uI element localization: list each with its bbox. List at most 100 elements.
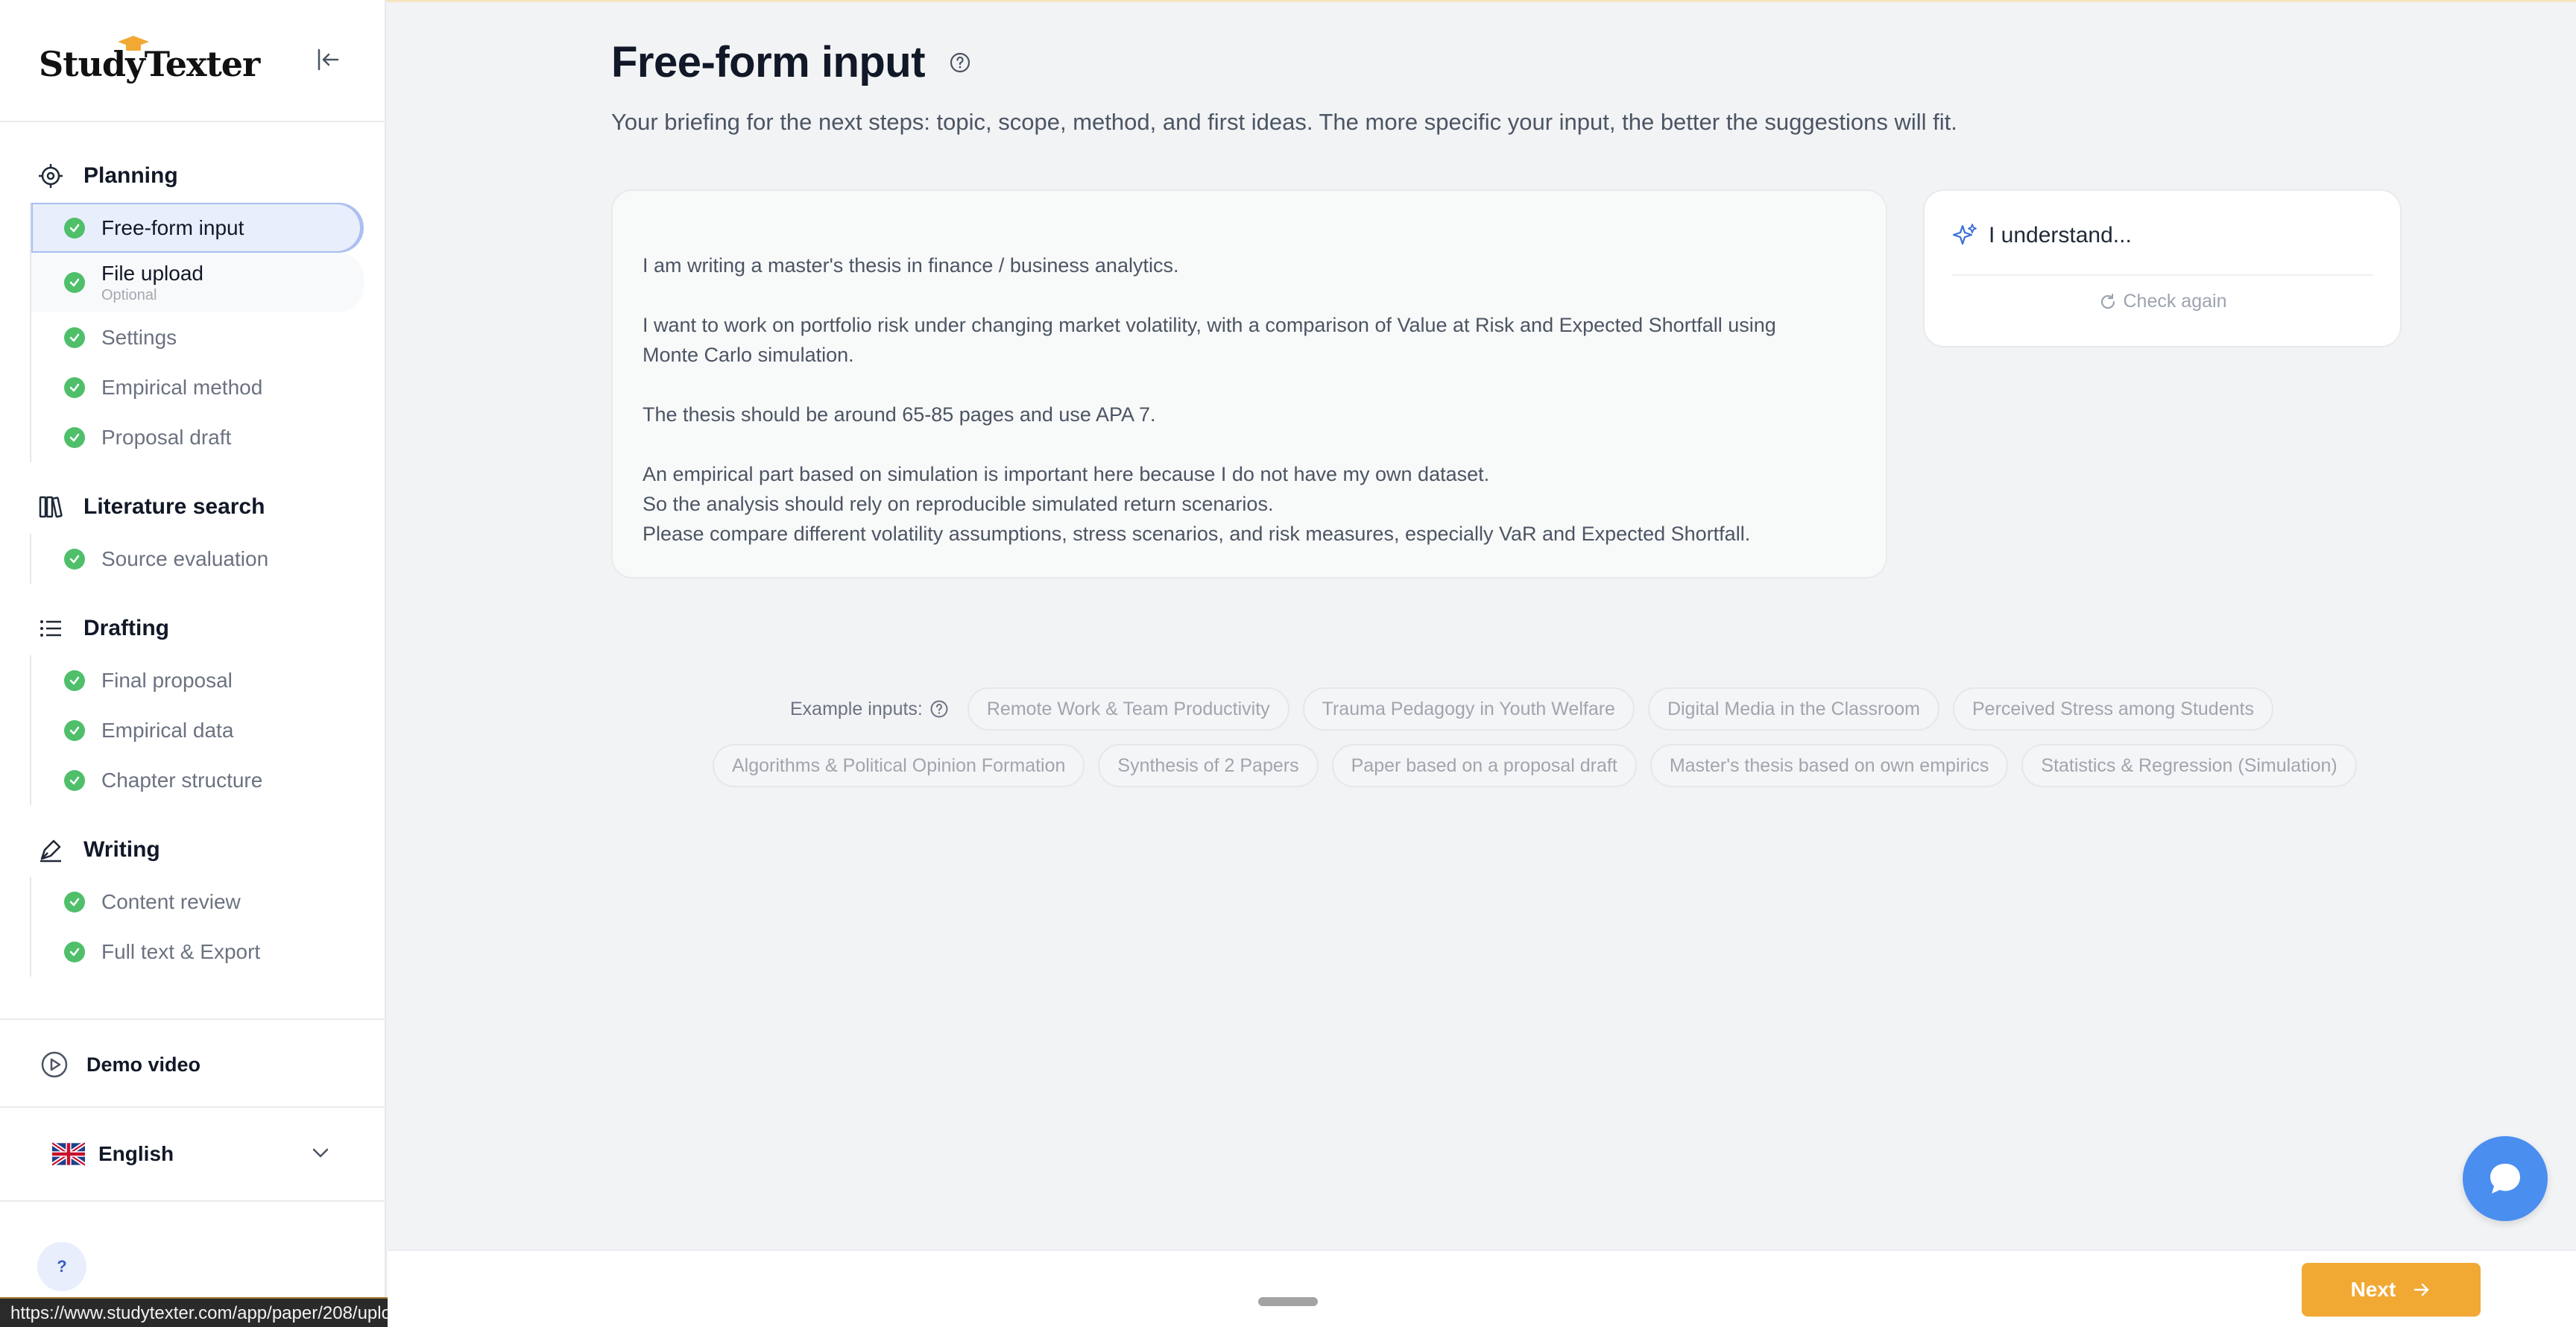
- nav-group-planning: Planning Free-form input File upload Opt…: [0, 149, 386, 462]
- briefing-line: Monte Carlo simulation.: [643, 344, 854, 366]
- nav-group-title: Drafting: [83, 616, 169, 640]
- check-circle-icon: [64, 426, 85, 448]
- example-chip[interactable]: Synthesis of 2 Papers: [1098, 744, 1319, 787]
- nav-item-empirical-method[interactable]: Empirical method: [31, 362, 364, 412]
- nav-item-label: Free-form input: [101, 215, 244, 239]
- nav-item-label: Content review: [101, 889, 241, 913]
- example-chip[interactable]: Paper based on a proposal draft: [1331, 744, 1637, 787]
- nav-group-drafting: Drafting Final proposal Empirical data C…: [0, 602, 386, 805]
- next-label: Next: [2350, 1278, 2396, 1301]
- nav-item-content-review[interactable]: Content review: [31, 877, 364, 927]
- chat-support-button[interactable]: [2463, 1136, 2548, 1221]
- panel-divider: [1951, 274, 2373, 276]
- check-circle-icon: [64, 941, 85, 962]
- understanding-panel: I understand... Check again: [1923, 189, 2402, 347]
- nav-item-label: Proposal draft: [101, 425, 232, 449]
- example-inputs-row-2: Algorithms & Political Opinion Formation…: [713, 744, 2357, 787]
- page-title: Free-form input: [611, 38, 926, 86]
- example-inputs-row-1: Example inputs: Remote Work & Team Produ…: [790, 687, 2273, 731]
- check-again-button[interactable]: Check again: [1925, 291, 2400, 312]
- example-chip[interactable]: Digital Media in the Classroom: [1647, 687, 1939, 731]
- example-chip[interactable]: Statistics & Regression (Simulation): [2021, 744, 2357, 787]
- chevron-down-icon: [312, 1148, 329, 1158]
- example-chip[interactable]: Master's thesis based on own empirics: [1650, 744, 2009, 787]
- nav-item-label: Final proposal: [101, 668, 233, 692]
- workflow-nav: Planning Free-form input File upload Opt…: [0, 149, 386, 1006]
- next-button[interactable]: Next: [2302, 1263, 2481, 1317]
- nav-item-label: Full text & Export: [101, 939, 261, 963]
- briefing-line: I am writing a master's thesis in financ…: [643, 254, 1179, 277]
- example-chip[interactable]: Perceived Stress among Students: [1952, 687, 2273, 731]
- sidebar-divider: [0, 1106, 386, 1108]
- collapse-left-icon: [318, 48, 339, 71]
- briefing-line: Please compare different volatility assu…: [643, 523, 1751, 545]
- refresh-icon: [2100, 293, 2115, 309]
- nav-item-label: File upload: [101, 261, 203, 285]
- check-circle-icon: [64, 272, 85, 293]
- help-button[interactable]: ?: [37, 1242, 86, 1291]
- check-circle-icon: [64, 769, 85, 791]
- page-subtitle: Your briefing for the next steps: topic,…: [611, 109, 1957, 135]
- nav-item-empirical-data[interactable]: Empirical data: [31, 705, 364, 755]
- nav-group-title: Planning: [83, 163, 178, 188]
- nav-item-source-evaluation[interactable]: Source evaluation: [31, 534, 364, 584]
- check-circle-icon: [64, 891, 85, 912]
- help-circle-icon[interactable]: [948, 51, 972, 75]
- nav-item-settings[interactable]: Settings: [31, 312, 364, 362]
- nav-item-label: Empirical data: [101, 718, 234, 742]
- check-circle-icon: [64, 327, 85, 348]
- chat-bubble-icon: [2490, 1164, 2520, 1194]
- nav-item-label: Empirical method: [101, 375, 263, 399]
- nav-group-writing: Writing Content review Full text & Expor…: [0, 823, 386, 977]
- nav-group-title: Literature search: [83, 494, 265, 519]
- brand-logo[interactable]: StudyTexter: [39, 34, 260, 94]
- footer-bar: Next: [388, 1249, 2576, 1327]
- arrow-right-icon: [2414, 1283, 2429, 1296]
- pen-icon: [36, 835, 66, 865]
- sidebar: StudyTexter Planning Free-form input Fil…: [0, 0, 386, 1327]
- briefing-line: So the analysis should rely on reproduci…: [643, 493, 1274, 515]
- nav-group-header[interactable]: Literature search: [0, 480, 386, 534]
- help-circle-icon[interactable]: [929, 699, 950, 719]
- example-chip[interactable]: Remote Work & Team Productivity: [967, 687, 1289, 731]
- target-icon: [36, 161, 66, 191]
- briefing-line: The thesis should be around 65-85 pages …: [643, 403, 1156, 426]
- check-circle-icon: [64, 217, 85, 239]
- list-icon: [36, 614, 66, 643]
- nav-item-final-proposal[interactable]: Final proposal: [31, 655, 364, 705]
- example-chip[interactable]: Algorithms & Political Opinion Formation: [713, 744, 1085, 787]
- check-circle-icon: [64, 669, 85, 691]
- nav-group-title: Writing: [83, 837, 160, 862]
- sparkle-icon: [1952, 224, 1977, 245]
- understanding-title: I understand...: [1989, 223, 2132, 248]
- nav-group-header[interactable]: Planning: [0, 149, 386, 203]
- link-preview-status: https://www.studytexter.com/app/paper/20…: [0, 1297, 423, 1327]
- nav-group-header[interactable]: Writing: [0, 823, 386, 877]
- brand-name: StudyTexter: [39, 44, 260, 84]
- sidebar-divider: [0, 121, 386, 122]
- nav-item-file-upload[interactable]: File upload Optional: [31, 253, 364, 312]
- check-circle-icon: [64, 376, 85, 398]
- play-circle-icon: [41, 1051, 68, 1078]
- nav-item-label: Chapter structure: [101, 768, 263, 792]
- check-circle-icon: [64, 719, 85, 741]
- briefing-textarea[interactable]: I am writing a master's thesis in financ…: [611, 189, 1887, 579]
- nav-item-proposal-draft[interactable]: Proposal draft: [31, 412, 364, 462]
- briefing-line: I want to work on portfolio risk under c…: [643, 314, 1776, 336]
- demo-video-link[interactable]: Demo video: [0, 1023, 386, 1106]
- check-again-label: Check again: [2123, 291, 2227, 312]
- uk-flag-icon: [52, 1142, 85, 1166]
- language-selector[interactable]: English: [0, 1109, 386, 1199]
- nav-item-free-form-input[interactable]: Free-form input: [31, 203, 364, 253]
- collapse-sidebar-button[interactable]: [312, 43, 344, 76]
- sidebar-divider: [0, 1200, 386, 1202]
- optional-note: Optional: [101, 286, 157, 303]
- nav-item-full-text-export[interactable]: Full text & Export: [31, 927, 364, 977]
- briefing-line: An empirical part based on simulation is…: [643, 463, 1490, 485]
- nav-group-header[interactable]: Drafting: [0, 602, 386, 655]
- example-chip[interactable]: Trauma Pedagogy in Youth Welfare: [1302, 687, 1635, 731]
- nav-group-literature-search: Literature search Source evaluation: [0, 480, 386, 584]
- drag-handle[interactable]: [1258, 1297, 1318, 1306]
- nav-item-label: Settings: [101, 325, 177, 349]
- nav-item-chapter-structure[interactable]: Chapter structure: [31, 755, 364, 805]
